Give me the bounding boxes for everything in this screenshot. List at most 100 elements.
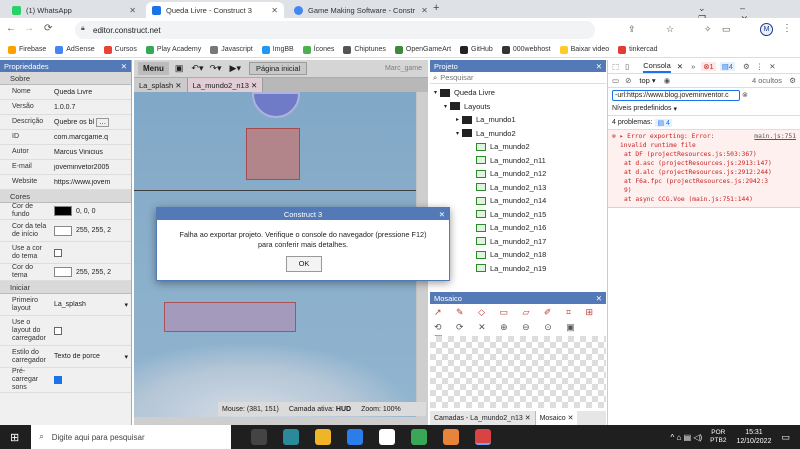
bookmark-item[interactable]: Baixar video (559, 45, 609, 54)
app-icon[interactable] (443, 429, 460, 445)
message-badge[interactable]: ▤4 (719, 62, 735, 71)
gear-icon[interactable]: ⚙ (743, 62, 750, 71)
kebab-menu-icon[interactable]: ⋮ (782, 23, 792, 34)
tray-icons[interactable]: ^ ⌂ ▤ ◁) (671, 433, 703, 442)
properties-section[interactable]: Iniciar (0, 281, 131, 294)
checkbox[interactable] (54, 326, 62, 335)
inspect-icon[interactable]: ⬚ (612, 62, 619, 71)
reload-icon[interactable]: ⟳ (44, 23, 52, 34)
device-icon[interactable]: ▯ (625, 62, 629, 71)
task-view-icon[interactable] (251, 429, 268, 445)
close-icon[interactable]: ✕ (596, 62, 602, 71)
bookmark-item[interactable]: 000webhost (501, 45, 551, 54)
context-select[interactable]: top ▾ (639, 76, 655, 85)
property-value[interactable]: Queda Livre (50, 89, 131, 96)
extensions-icon[interactable]: ✧ (704, 24, 712, 35)
bookmark-item[interactable]: Cursos (103, 45, 137, 54)
color-swatch[interactable] (54, 225, 72, 236)
more-tabs-icon[interactable]: » (691, 62, 695, 71)
property-value[interactable]: 0, 0, 0 (50, 206, 131, 216)
property-value[interactable]: La_splash ▾ (50, 301, 131, 309)
property-value[interactable]: 1.0.0.7 (50, 104, 131, 111)
kebab-menu-icon[interactable]: ⋮ (756, 62, 764, 71)
property-value[interactable]: com.marcgame.q (50, 134, 131, 141)
close-icon[interactable]: ✕ (439, 210, 445, 219)
tab-console[interactable]: Consola (643, 61, 671, 73)
tree-item-layout[interactable]: La_mundo2_n19 (430, 262, 606, 276)
bookmark-item[interactable]: OpenGameArt (394, 45, 451, 54)
close-icon[interactable]: ✕ (596, 294, 602, 303)
file-explorer-icon[interactable] (315, 429, 332, 445)
chevron-down-icon[interactable]: ▾ (444, 103, 447, 110)
windows-start-icon[interactable]: ⊞ (10, 431, 19, 444)
app-icon[interactable] (283, 429, 300, 445)
tree-item-layout[interactable]: La_mundo2_n14 (430, 194, 606, 208)
tree-item-layout[interactable]: La_mundo2_n15 (430, 208, 606, 222)
close-icon[interactable]: ✕ (677, 62, 683, 71)
tree-folder[interactable]: ▾ La_mundo2 (430, 127, 606, 141)
property-value[interactable]: 255, 255, 2 (50, 267, 131, 277)
tab-game-making[interactable]: Game Making Software - Constr ✕ (288, 2, 428, 18)
color-swatch[interactable] (54, 267, 72, 277)
taskbar-search[interactable]: ⌕ Digite aqui para pesquisar (31, 425, 232, 449)
property-value[interactable] (50, 376, 131, 384)
tree-root[interactable]: ▾ Queda Livre (430, 86, 606, 100)
property-value[interactable]: Quebre os bl… (50, 117, 131, 127)
close-icon[interactable]: ✕ (123, 6, 136, 15)
bookmark-item[interactable]: ImgBB (261, 45, 294, 54)
bookmark-item[interactable]: Javascript (210, 45, 253, 54)
issues-row[interactable]: 4 problemas: ▤ 4 (608, 116, 800, 130)
property-value[interactable] (50, 326, 131, 335)
project-search[interactable]: ⌕ (430, 72, 606, 84)
app-icon[interactable] (411, 429, 428, 445)
tree-item-layout[interactable]: La_mundo2_n18 (430, 248, 606, 262)
tree-folder[interactable]: ▸ La_mundo1 (430, 113, 606, 127)
bookmark-item[interactable]: AdSense (55, 45, 95, 54)
more-button[interactable]: … (96, 117, 110, 127)
chevron-down-icon[interactable]: ▾ (434, 89, 437, 96)
tree-item-layout[interactable]: La_mundo2_n16 (430, 221, 606, 235)
checkbox[interactable] (54, 376, 62, 384)
clear-filter-icon[interactable]: ⊗ (742, 91, 748, 99)
close-icon[interactable]: ✕ (121, 62, 127, 71)
vscode-icon[interactable] (347, 429, 364, 445)
notification-icon[interactable]: ▭ (781, 432, 790, 443)
tree-item-layout[interactable]: La_mundo2_n12 (430, 167, 606, 181)
color-swatch[interactable] (54, 206, 72, 216)
checkbox[interactable] (54, 248, 62, 257)
tree-item-layout[interactable]: La_mundo2_n17 (430, 235, 606, 249)
chevron-down-icon[interactable]: ▾ (456, 130, 459, 137)
bookmark-item[interactable]: tinkercad (618, 45, 658, 54)
property-value[interactable]: Marcus Vinicius (50, 149, 131, 156)
mosaic-tools-row1[interactable]: ↗ ✎ ◇ ▭ ▱ ✐ ⌗ ⊞ (430, 304, 606, 321)
tab-whatsapp[interactable]: (1) WhatsApp ✕ (6, 2, 142, 18)
property-value[interactable]: Texto de porce ▾ (50, 353, 131, 361)
bookmark-star-icon[interactable]: ☆ (666, 24, 674, 35)
close-icon[interactable]: ✕ (415, 6, 428, 15)
tree-folder-layouts[interactable]: ▾ Layouts (430, 100, 606, 114)
bookmark-item[interactable]: Firebase (8, 45, 46, 54)
properties-section[interactable]: Sobre (0, 72, 131, 85)
bookmark-item[interactable]: Chiptunes (343, 45, 386, 54)
tab-construct[interactable]: Queda Livre - Construct 3 ✕ (146, 2, 284, 18)
tree-item-layout[interactable]: La_mundo2_n11 (430, 154, 606, 168)
share-icon[interactable]: ⇪ (628, 24, 636, 35)
eye-icon[interactable]: ◉ (664, 76, 671, 85)
close-icon[interactable]: ✕ (568, 415, 574, 422)
profile-avatar[interactable]: M (760, 23, 773, 36)
filter-input[interactable]: -url:https://www.blog.joveminventor.c (612, 89, 740, 101)
levels-select[interactable]: Níveis predefinidos ▾ (608, 102, 800, 116)
close-icon[interactable]: ✕ (265, 6, 278, 15)
bookmark-item[interactable]: Play Academy (145, 45, 201, 54)
source-link[interactable]: main.js:751 (754, 132, 796, 141)
chrome-active-icon[interactable] (475, 429, 492, 445)
close-icon[interactable]: ✕ (525, 415, 531, 422)
tileset-canvas[interactable] (430, 336, 606, 408)
back-icon[interactable]: ← (6, 23, 16, 34)
ok-button[interactable]: OK (286, 256, 322, 272)
property-value[interactable]: https://www.jovem (50, 179, 131, 186)
chevron-down-icon[interactable]: ▾ (124, 301, 128, 309)
property-value[interactable] (50, 248, 131, 257)
search-input[interactable] (440, 73, 581, 82)
clear-icon[interactable]: ⊘ (625, 76, 631, 85)
